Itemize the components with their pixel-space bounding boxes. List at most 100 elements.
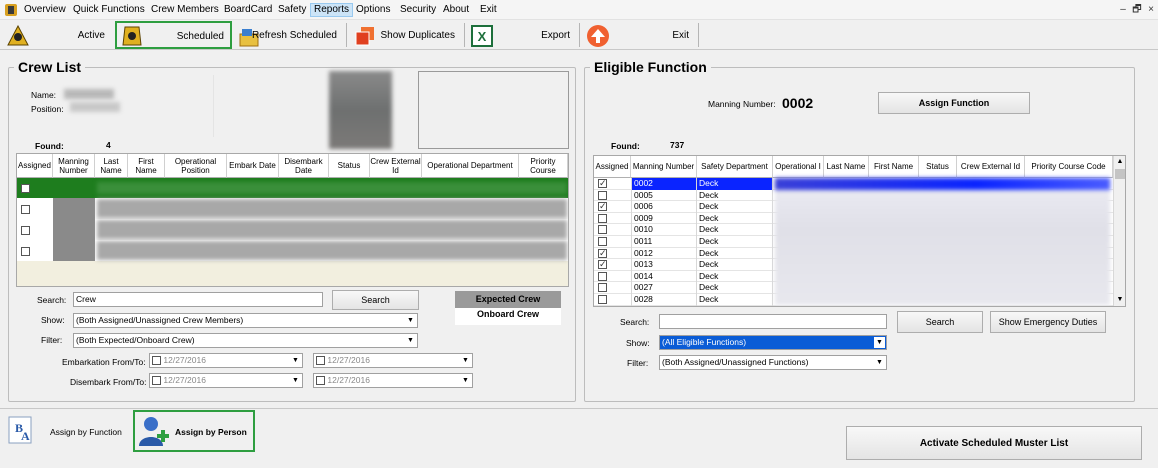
col-operational-position[interactable]: Operational Position xyxy=(165,154,227,178)
menu-safety[interactable]: Safety xyxy=(275,3,309,17)
row-checkbox[interactable] xyxy=(598,283,607,293)
col-crew-external-id[interactable]: Crew External Id xyxy=(957,156,1025,178)
eligible-filter-label: Filter: xyxy=(627,358,649,368)
col-last-name[interactable]: Last Name xyxy=(95,154,128,178)
crew-photo xyxy=(329,71,392,149)
restore-icon[interactable]: 🗗 xyxy=(1130,3,1144,17)
col-operational[interactable]: Operational I xyxy=(773,156,824,178)
chevron-down-icon[interactable]: ▼ xyxy=(874,337,885,348)
chevron-down-icon[interactable]: ▼ xyxy=(460,355,471,366)
refresh-scheduled-button[interactable]: Refresh Scheduled xyxy=(234,21,344,49)
row-checkbox[interactable] xyxy=(598,260,607,270)
menu-boardcard[interactable]: BoardCard xyxy=(221,3,275,17)
menu-options[interactable]: Options xyxy=(353,3,393,17)
crew-search-button[interactable]: Search xyxy=(332,290,419,310)
row-checkbox[interactable] xyxy=(21,205,30,214)
chevron-down-icon[interactable]: ▼ xyxy=(290,375,301,386)
disembark-from-checkbox[interactable] xyxy=(152,376,161,386)
row-checkbox[interactable] xyxy=(598,225,607,235)
row-checkbox[interactable] xyxy=(598,202,607,212)
row-checkbox[interactable] xyxy=(21,247,30,256)
disembark-to-date[interactable]: 12/27/2016 ▼ xyxy=(313,373,473,388)
vertical-scrollbar[interactable]: ▲ ▼ xyxy=(1113,156,1125,306)
col-crew-external-id[interactable]: Crew External Id xyxy=(370,154,422,178)
embarkation-label: Embarkation From/To: xyxy=(62,357,146,367)
col-status[interactable]: Status xyxy=(329,154,370,178)
menu-quick-functions[interactable]: Quick Functions xyxy=(70,3,148,17)
row-checkbox[interactable] xyxy=(598,295,607,304)
col-status[interactable]: Status xyxy=(919,156,957,178)
scroll-thumb[interactable] xyxy=(1115,169,1125,179)
chevron-down-icon[interactable]: ▼ xyxy=(405,335,416,346)
col-priority-course-code[interactable]: Priority Course Code xyxy=(1025,156,1113,178)
embark-from-checkbox[interactable] xyxy=(152,356,161,366)
close-icon[interactable]: × xyxy=(1144,3,1158,17)
row-checkbox[interactable] xyxy=(598,179,607,188)
scroll-down-icon[interactable]: ▼ xyxy=(1115,295,1125,305)
col-priority-course[interactable]: Priority Course xyxy=(519,154,568,178)
col-manning-number[interactable]: Manning Number xyxy=(631,156,697,178)
menu-exit[interactable]: Exit xyxy=(477,3,500,17)
menu-crew-members[interactable]: Crew Members xyxy=(148,3,222,17)
scroll-up-icon[interactable]: ▲ xyxy=(1115,157,1125,167)
col-manning-number[interactable]: Manning Number xyxy=(53,154,95,178)
embark-to-date[interactable]: 12/27/2016 ▼ xyxy=(313,353,473,368)
eligible-search-button[interactable]: Search xyxy=(897,311,983,333)
activate-scheduled-muster-list-button[interactable]: Activate Scheduled Muster List xyxy=(846,426,1142,460)
table-row[interactable] xyxy=(17,240,568,261)
table-row[interactable] xyxy=(17,198,568,219)
col-last-name[interactable]: Last Name xyxy=(824,156,869,178)
chevron-down-icon[interactable]: ▼ xyxy=(290,355,301,366)
row-checkbox[interactable] xyxy=(21,184,30,193)
col-first-name[interactable]: First Name xyxy=(128,154,165,178)
col-safety-department[interactable]: Safety Department xyxy=(697,156,773,178)
chevron-down-icon[interactable]: ▼ xyxy=(460,375,471,386)
row-checkbox[interactable] xyxy=(598,213,607,223)
chevron-down-icon[interactable]: ▼ xyxy=(874,357,885,368)
table-row[interactable] xyxy=(17,219,568,240)
show-duplicates-button[interactable]: Show Duplicates xyxy=(349,21,462,49)
exit-button[interactable]: Exit xyxy=(582,21,696,49)
crew-search-input[interactable]: Crew xyxy=(73,292,323,307)
menu-about[interactable]: About xyxy=(440,3,472,17)
row-checkbox[interactable] xyxy=(598,271,607,281)
disembark-to-checkbox[interactable] xyxy=(316,376,325,386)
row-checkbox[interactable] xyxy=(21,226,30,235)
crew-filter-select[interactable]: (Both Expected/Onboard Crew) ▼ xyxy=(73,333,418,348)
row-checkbox[interactable] xyxy=(598,248,607,258)
table-row[interactable] xyxy=(17,178,568,198)
row-checkbox[interactable] xyxy=(598,190,607,200)
assign-by-person-button[interactable]: Assign by Person xyxy=(133,410,255,452)
col-embark-date[interactable]: Embark Date xyxy=(227,154,279,178)
menu-security[interactable]: Security xyxy=(397,3,439,17)
menu-overview[interactable]: Overview xyxy=(21,3,69,17)
eligible-show-select[interactable]: (All Eligible Functions) ▼ xyxy=(659,335,887,350)
legend-expected-crew: Expected Crew xyxy=(455,291,561,308)
embark-to-checkbox[interactable] xyxy=(316,356,325,366)
col-disembark-date[interactable]: Disembark Date xyxy=(279,154,329,178)
row-checkbox[interactable] xyxy=(598,237,607,246)
active-button[interactable]: Active xyxy=(2,21,112,49)
embark-from-date[interactable]: 12/27/2016 ▼ xyxy=(149,353,303,368)
eligible-filter-select[interactable]: (Both Assigned/Unassigned Functions) ▼ xyxy=(659,355,887,370)
col-first-name[interactable]: First Name xyxy=(869,156,919,178)
assign-by-function-button[interactable]: B A Assign by Function xyxy=(2,411,130,451)
chevron-down-icon[interactable]: ▼ xyxy=(405,315,416,326)
disembark-from-date[interactable]: 12/27/2016 ▼ xyxy=(149,373,303,388)
export-button[interactable]: X Export xyxy=(467,21,577,49)
col-operational-department[interactable]: Operational Department xyxy=(422,154,519,178)
col-assigned[interactable]: Assigned xyxy=(594,156,631,178)
show-emergency-duties-button[interactable]: Show Emergency Duties xyxy=(990,311,1106,333)
minimize-icon[interactable]: – xyxy=(1116,3,1130,17)
menu-reports[interactable]: Reports xyxy=(310,3,354,17)
crew-grid[interactable]: Assigned Manning Number Last Name First … xyxy=(16,153,569,287)
col-assigned[interactable]: Assigned xyxy=(17,154,53,178)
row-safety-department: Deck xyxy=(697,212,773,225)
scheduled-button[interactable]: Scheduled xyxy=(115,21,232,49)
legend-onboard-crew: Onboard Crew xyxy=(455,308,561,325)
crew-show-select[interactable]: (Both Assigned/Unassigned Crew Members) … xyxy=(73,313,418,328)
assign-function-button[interactable]: Assign Function xyxy=(878,92,1030,114)
eligible-search-input[interactable] xyxy=(659,314,887,329)
eligible-found-label: Found: xyxy=(611,141,640,151)
eligible-grid[interactable]: Assigned Manning Number Safety Departmen… xyxy=(593,155,1126,307)
